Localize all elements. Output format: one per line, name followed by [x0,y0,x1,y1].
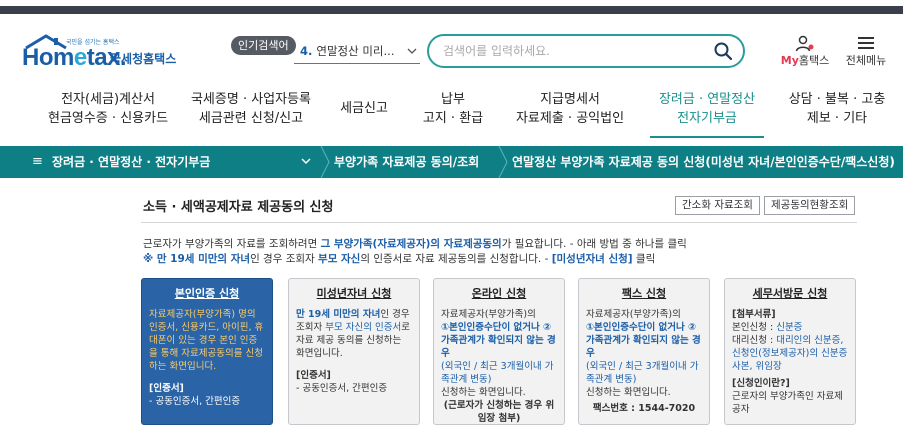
card-title[interactable]: 팩스 신청 [586,287,702,300]
card-sub-body: - 공동인증서, 간편인증 [149,396,241,407]
nav-consultation[interactable]: 상담 · 불복 · 고충 제보 · 기타 [780,90,894,134]
card-minor-child[interactable]: 미성년자녀 신청 만 19세 미만의 자녀인 경우 조회자 부모 자신의 인증서… [288,278,420,425]
card-sub-body: - 공동인증서, 간편인증 [296,383,388,394]
description-line-1: 근로자가 부양가족의 자료를 조회하려면 그 부양가족(자료제공자)의 자료제공… [143,238,687,250]
card-body: 만 19세 미만의 자녀인 경우 조회자 부모 자신의 인증서로 자료 제공 동… [296,309,410,359]
card-title[interactable]: 미성년자녀 신청 [296,287,412,300]
card-body: 자료제공자(부양가족) 명의 인증서, 신용카드, 아이핀, 휴대폰이 있는 경… [149,309,264,372]
chevron-down-icon[interactable] [300,146,312,190]
card-online[interactable]: 온라인 신청 자료제공자(부양가족)의 ①본인인증수단이 없거나 ②가족관계가 … [433,278,565,425]
card-note: (근로자가 신청하는 경우 위임장 첨부) [443,400,555,424]
my-hometax-button[interactable]: My홈택스 [778,35,832,71]
breadcrumb-current-page[interactable]: 연말정산 부양가족 자료제공 동의 신청(미성년 자녀/본인인증수단/팩스신청) [512,146,895,178]
page-title: 소득 · 세액공제자료 제공동의 신청 [143,200,334,215]
hamburger-icon [858,37,874,49]
card-fax-number: 팩스번호 : 1544-7020 [592,403,696,414]
breadcrumb-section[interactable]: 장려금 · 연말정산 · 전자기부금 [52,146,210,178]
breadcrumb-bar: ≡ 장려금 · 연말정산 · 전자기부금 부양가족 자료제공 동의/조회 연말정… [0,146,903,178]
simplified-data-lookup-button[interactable]: 간소화 자료조회 [675,196,760,215]
popular-rank: 4. [300,44,313,58]
card-sub-title: [인증서] [296,370,331,381]
card-fax[interactable]: 팩스 신청 자료제공자(부양가족)의 ①본인인증수단이 없거나 ②가족관계가 확… [578,278,710,425]
breadcrumb-subsection[interactable]: 부양가족 자료제공 동의/조회 [334,146,479,178]
card-identity-verification[interactable]: 본인인증 신청 자료제공자(부양가족) 명의 인증서, 신용카드, 아이핀, 휴… [141,278,273,425]
nav-payment-statement[interactable]: 지급명세서 자료제출 · 공익법인 [510,90,630,134]
card-title[interactable]: 세무서방문 신청 [732,287,848,300]
breadcrumb-separator-icon [320,146,330,178]
title-divider [141,222,857,223]
logo-korean-name: 국세청홈택스 [110,52,177,66]
main-navigation: 전자(세금)계산서 현금영수증 · 신용카드 국세증명 · 사업자등록 세금관련 신… [0,90,903,138]
menu-list-icon[interactable]: ≡ [32,154,43,169]
card-line-proxy: 대리신청 : 대리인의 신분증, 신청인(정보제공자)의 신분증 사본, 위임장 [732,335,848,372]
consent-status-lookup-button[interactable]: 제공동의현황조회 [764,196,856,215]
top-dark-strip [0,6,903,14]
card-body-b: 신청하는 화면입니다. [441,387,526,398]
my-hometax-label: My홈택스 [780,54,830,67]
card-body-a: 자료제공자(부양가족)의 [441,309,536,320]
card-title[interactable]: 온라인 신청 [441,287,557,300]
nav-e-invoice[interactable]: 전자(세금)계산서 현금영수증 · 신용카드 [48,90,168,134]
all-menu-button[interactable]: 전체메뉴 [838,35,894,71]
nav-payment[interactable]: 납부 고지 · 환급 [418,90,488,134]
search-input[interactable] [443,42,703,60]
card-highlight-sub: (외국인 / 최근 3개월이내 가족관계 변동) [441,361,554,385]
card-body-b: 신청하는 화면입니다. [586,387,671,398]
popular-search-badge: 인기검색어 [231,36,296,55]
card-highlight-sub: (외국인 / 최근 3개월이내 가족관계 변동) [586,361,699,385]
card-line-applicant: 근로자의 부양가족인 자료제공자 [732,391,843,415]
chevron-down-icon[interactable] [406,40,418,63]
user-icon [795,35,814,52]
card-sub-title: [첨부서류] [732,309,776,320]
card-title[interactable]: 본인인증 신청 [149,287,265,300]
search-box[interactable] [427,34,745,68]
description-line-2: ※ 만 19세 미만의 자녀인 경우 조회자 부모 자신의 인증서로 자료 제공… [143,253,656,265]
breadcrumb-separator-icon [498,146,508,178]
card-highlight: ①본인인증수단이 없거나 ②가족관계가 확인되지 않는 경우 [586,322,701,359]
search-icon[interactable] [713,41,733,61]
nav-certificates[interactable]: 국세증명 · 사업자등록 세금관련 신청/신고 [186,90,316,134]
card-highlight: ①본인인증수단이 없거나 ②가족관계가 확인되지 않는 경우 [441,322,556,359]
popular-keyword[interactable]: 연말정산 미리... [316,44,394,58]
card-sub-title: [인증서] [149,383,184,394]
card-sub-title-2: [신청인이란?] [732,378,790,389]
popular-search-dropdown[interactable]: 4. 연말정산 미리... [294,40,420,64]
all-menu-label: 전체메뉴 [845,54,887,67]
nav-year-end-settlement[interactable]: 장려금 · 연말정산 전자기부금 [650,90,764,138]
card-line-self: 본인신청 : 신분증 [732,322,803,333]
hometax-logo[interactable]: 국민을 섬기는 홈택스 Hometax. 국세청홈택스 [22,34,192,74]
card-tax-office-visit[interactable]: 세무서방문 신청 [첨부서류] 본인신청 : 신분증 대리신청 : 대리인의 신… [724,278,856,425]
card-body-a: 자료제공자(부양가족)의 [586,309,681,320]
nav-tax-filing[interactable]: 세금신고 [336,90,392,134]
